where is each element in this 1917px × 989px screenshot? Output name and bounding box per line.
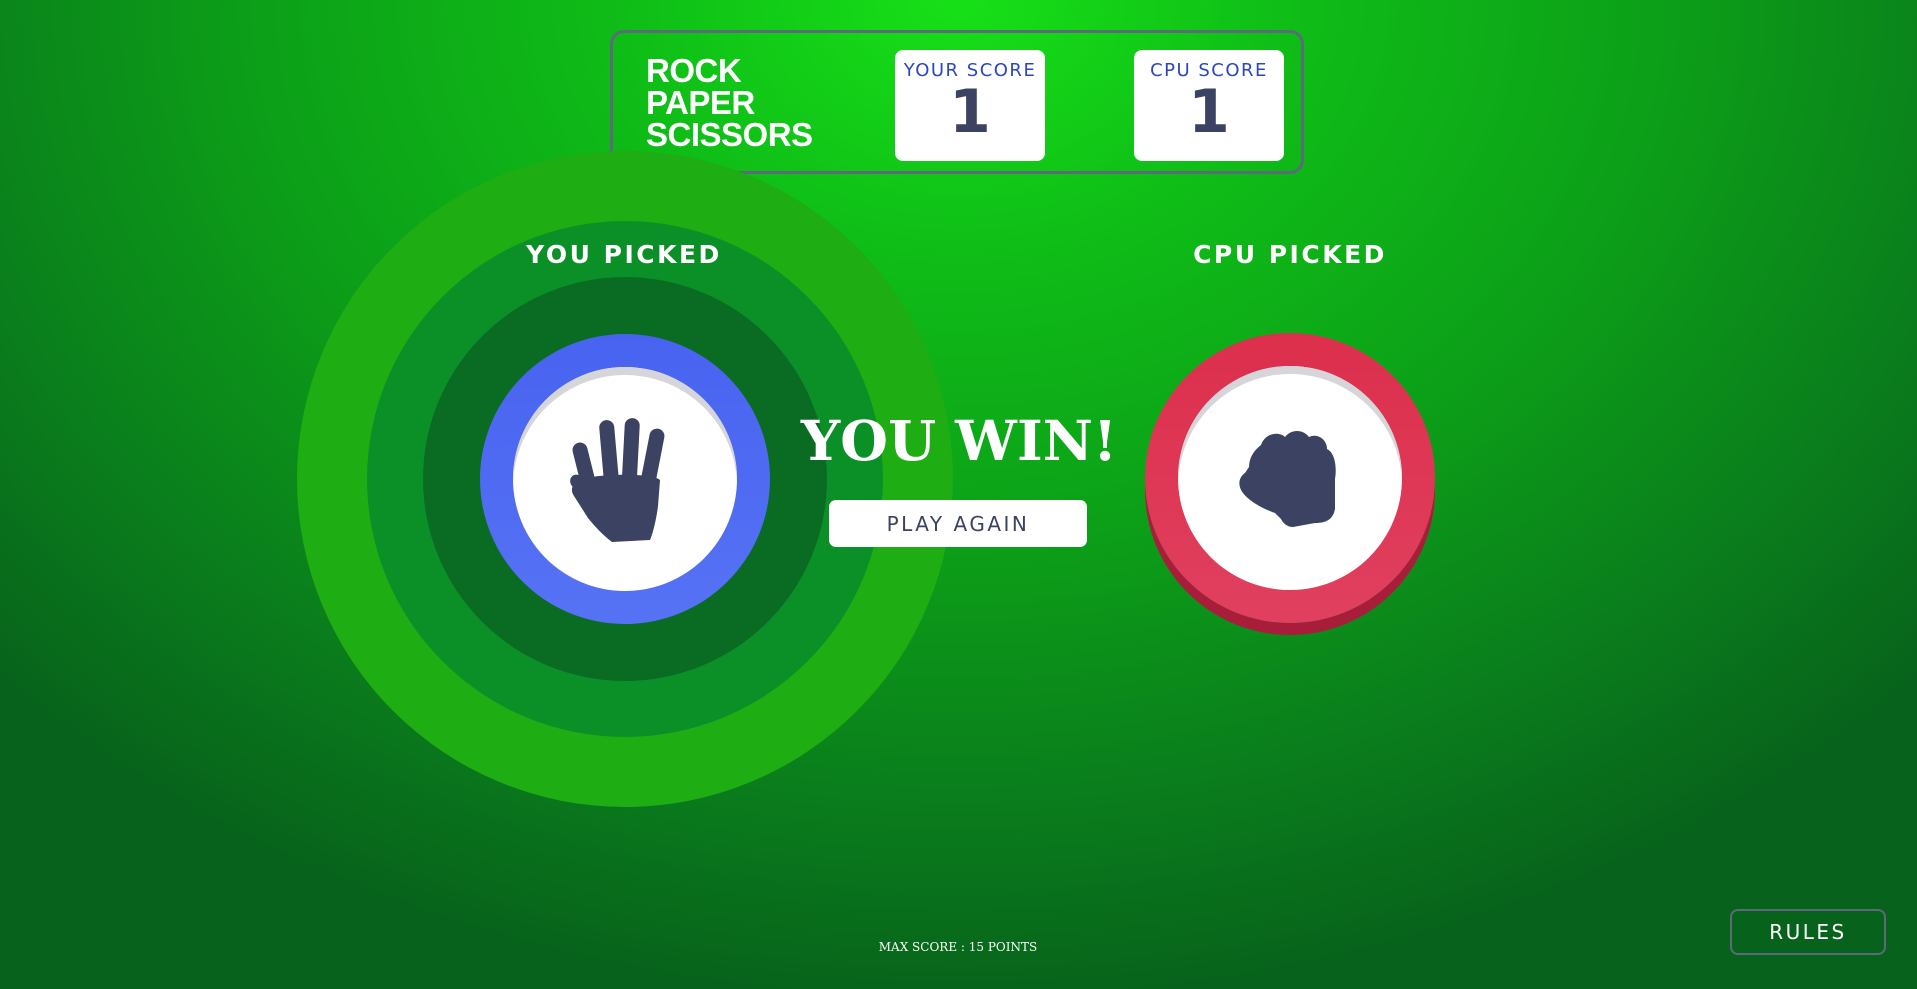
- max-score-text: MAX SCORE : 15 POINTS: [878, 940, 1038, 954]
- cpu-picked-label: CPU PICKED: [1193, 240, 1387, 269]
- cpu-score-card: CPU SCORE 1: [1134, 50, 1284, 161]
- you-picked-label: YOU PICKED: [526, 240, 722, 269]
- title-line-rock: ROCK: [646, 52, 742, 89]
- cpu-choice-inner: [1178, 366, 1402, 590]
- paper-hand-icon: [570, 418, 665, 542]
- player-choice-paper-token: [480, 334, 770, 624]
- cpu-score-value: 1: [1188, 77, 1230, 147]
- cpu-choice-rock-token: [1145, 333, 1435, 623]
- title-line-paper: PAPER: [646, 84, 755, 121]
- your-score-card: YOUR SCORE 1: [895, 50, 1045, 161]
- rules-button[interactable]: RULES: [1730, 909, 1886, 955]
- player-choice-inner: [513, 367, 737, 591]
- scoreboard-header: ROCK PAPER SCISSORS YOUR SCORE 1 CPU SCO…: [610, 30, 1304, 174]
- rock-fist-icon: [1239, 431, 1336, 527]
- result-text: YOU WIN!: [800, 408, 1118, 473]
- play-again-button[interactable]: PLAY AGAIN: [829, 500, 1087, 547]
- title-line-scissors: SCISSORS: [646, 116, 813, 153]
- your-score-value: 1: [949, 77, 991, 147]
- game-title: ROCK PAPER SCISSORS: [646, 52, 813, 153]
